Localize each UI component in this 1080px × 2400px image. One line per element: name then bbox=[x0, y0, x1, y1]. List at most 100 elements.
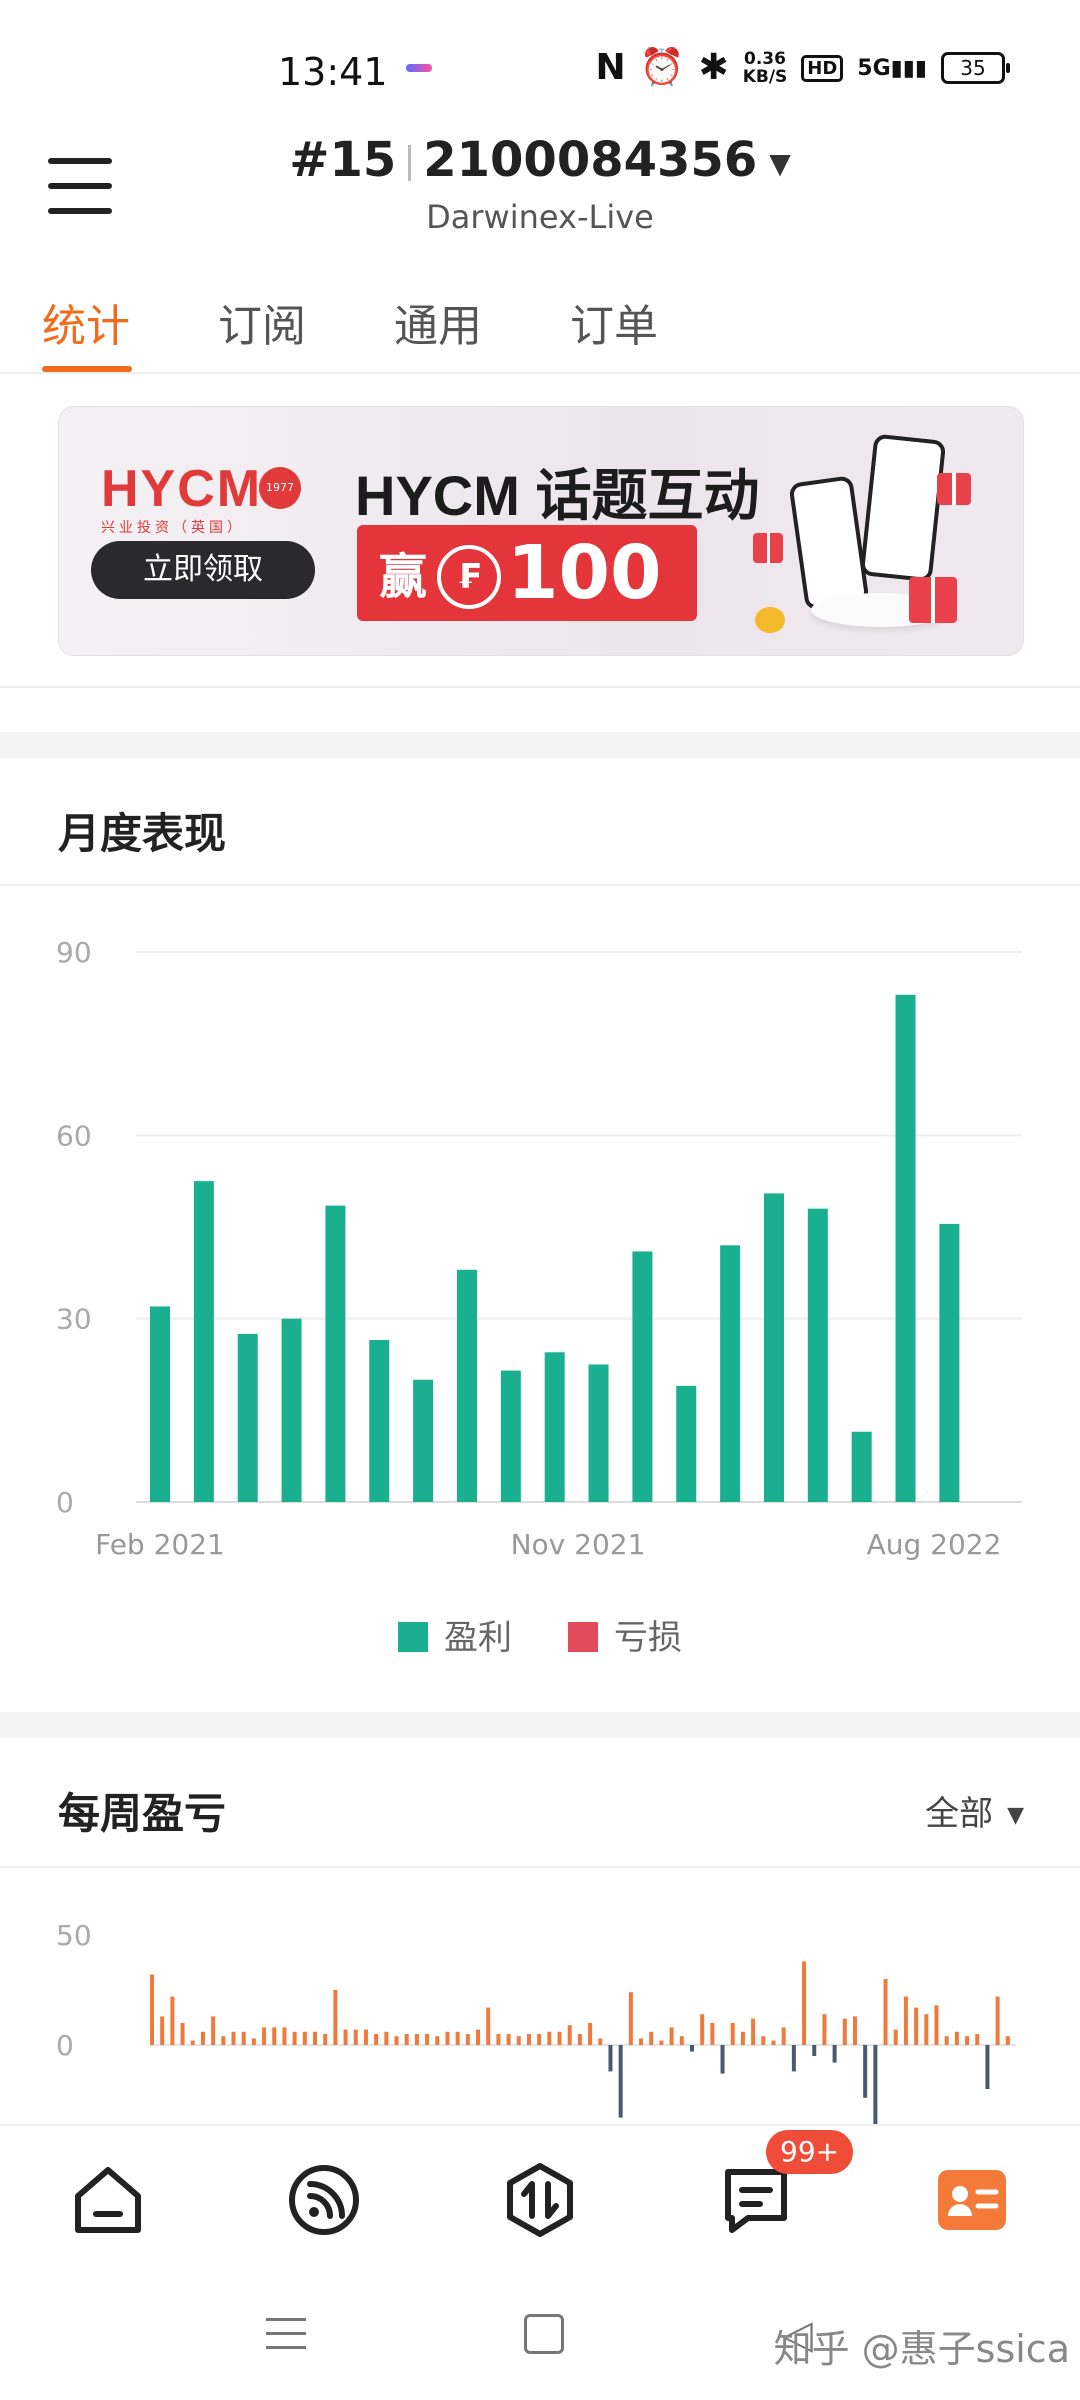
bar-gain bbox=[262, 2027, 267, 2045]
tab-subscribe[interactable]: 订阅 bbox=[218, 290, 306, 354]
y-tick-label: 0 bbox=[56, 1486, 74, 1519]
bar-gain bbox=[343, 2029, 348, 2045]
bar-gain bbox=[374, 2034, 379, 2045]
bar-loss bbox=[618, 2045, 623, 2118]
bar-gain bbox=[914, 2007, 919, 2045]
bar-profit bbox=[237, 1333, 258, 1502]
legend-swatch-profit bbox=[398, 1621, 428, 1652]
prize-amount: 100 bbox=[507, 530, 662, 616]
home-button-icon[interactable] bbox=[524, 2314, 564, 2354]
bar-gain bbox=[384, 2031, 389, 2045]
tab-stats[interactable]: 统计 bbox=[42, 290, 130, 354]
bar-gain bbox=[751, 2018, 756, 2045]
chevron-down-icon: ▼ bbox=[769, 146, 791, 180]
trade-icon[interactable] bbox=[502, 2162, 578, 2238]
bar-gain bbox=[150, 1974, 154, 2045]
bar-loss bbox=[985, 2045, 990, 2089]
legend-loss[interactable]: 亏损 bbox=[568, 1610, 682, 1659]
monthly-legend: 盈利 亏损 bbox=[0, 1610, 1080, 1659]
bar-gain bbox=[588, 2023, 593, 2045]
bar-gain bbox=[516, 2036, 521, 2045]
bar-gain bbox=[251, 2038, 256, 2045]
bar-gain bbox=[353, 2029, 358, 2045]
bar-loss bbox=[812, 2045, 817, 2056]
x-tick-label: Aug 2022 bbox=[867, 1528, 1002, 1561]
bar-gain bbox=[598, 2038, 603, 2045]
bar-loss bbox=[832, 2045, 837, 2063]
recents-icon[interactable] bbox=[266, 2318, 306, 2349]
bar-gain bbox=[893, 2029, 898, 2045]
x-tick-label: Feb 2021 bbox=[95, 1528, 225, 1561]
bar-profit bbox=[325, 1205, 346, 1502]
legend-label-profit: 盈利 bbox=[444, 1618, 512, 1658]
monthly-title: 月度表现 bbox=[58, 809, 227, 858]
bar-gain bbox=[496, 2034, 501, 2045]
bar-gain bbox=[771, 2040, 776, 2045]
chevron-down-icon: ▼ bbox=[1007, 1803, 1024, 1828]
legend-profit[interactable]: 盈利 bbox=[398, 1610, 512, 1659]
profile-icon[interactable] bbox=[934, 2162, 1010, 2238]
net-speed-unit: KB/S bbox=[742, 67, 788, 87]
account-selector[interactable]: #15 2100084356 ▼ bbox=[0, 132, 1080, 188]
bar-gain bbox=[628, 1992, 633, 2045]
unread-badge: 99+ bbox=[766, 2130, 854, 2174]
feed-icon[interactable] bbox=[286, 2162, 362, 2238]
bar-profit bbox=[500, 1370, 521, 1502]
bar-gain bbox=[924, 2014, 929, 2045]
bar-gain bbox=[781, 2027, 786, 2045]
phone-illustration bbox=[859, 433, 947, 583]
bar-gain bbox=[160, 2016, 165, 2045]
bar-gain bbox=[526, 2034, 531, 2045]
tab-orders[interactable]: 订单 bbox=[570, 290, 658, 354]
watermark: 知乎 @惠子ssica bbox=[773, 2327, 1070, 2371]
bar-gain bbox=[975, 2034, 980, 2045]
tab-general[interactable]: 通用 bbox=[394, 290, 482, 354]
home-icon[interactable] bbox=[70, 2162, 146, 2238]
bar-gain bbox=[883, 1979, 888, 2045]
bar-loss bbox=[720, 2045, 725, 2074]
bar-gain bbox=[435, 2036, 440, 2045]
bar-gain bbox=[455, 2031, 460, 2045]
gift-icon bbox=[937, 473, 971, 505]
bar-profit bbox=[456, 1269, 477, 1502]
bar-loss bbox=[791, 2045, 796, 2072]
claim-now-button[interactable]: 立即领取 bbox=[91, 541, 315, 599]
bar-gain bbox=[394, 2036, 399, 2045]
bottom-nav bbox=[0, 2124, 1080, 2274]
alarm-icon: ⏰ bbox=[639, 47, 685, 88]
bar-profit bbox=[851, 1431, 872, 1502]
bar-gain bbox=[1005, 2036, 1010, 2045]
bar-gain bbox=[944, 2036, 949, 2045]
bar-gain bbox=[486, 2007, 491, 2045]
bar-gain bbox=[190, 2040, 195, 2045]
bar-gain bbox=[965, 2036, 970, 2045]
active-tab-indicator bbox=[42, 366, 132, 372]
bar-profit bbox=[895, 994, 916, 1502]
hycm-logo: HYCM bbox=[101, 460, 263, 518]
bar-gain bbox=[547, 2031, 552, 2045]
weekly-filter-dropdown[interactable]: 全部 ▼ bbox=[925, 1786, 1024, 1835]
bar-gain bbox=[425, 2034, 430, 2045]
gift-icon bbox=[753, 533, 783, 563]
bluetooth-icon: ✱ bbox=[698, 47, 729, 88]
bar-gain bbox=[465, 2034, 470, 2045]
bar-gain bbox=[761, 2036, 766, 2045]
bar-gain bbox=[292, 2031, 297, 2045]
account-id: 2100084356 bbox=[423, 132, 758, 188]
account-broker: Darwinex-Live bbox=[426, 198, 654, 236]
account-rank: #15 bbox=[289, 132, 397, 188]
bar-gain bbox=[414, 2034, 419, 2045]
bar-loss bbox=[863, 2045, 868, 2098]
bar-gain bbox=[639, 2038, 644, 2045]
bar-gain bbox=[211, 2016, 216, 2045]
bar-gain bbox=[506, 2034, 511, 2045]
bar-gain bbox=[200, 2031, 205, 2045]
y-tick-label: 0 bbox=[56, 2029, 74, 2062]
y-tick-label: 60 bbox=[56, 1119, 92, 1152]
promo-banner[interactable]: HYCM 1977 兴业投资（英国） 立即领取 HYCM 话题互动 赢 ₣ 100 bbox=[58, 406, 1024, 656]
bar-loss bbox=[608, 2045, 613, 2072]
net-speed-value: 0.36 bbox=[744, 49, 786, 69]
bar-gain bbox=[272, 2027, 277, 2045]
bar-gain bbox=[954, 2031, 959, 2045]
signal-icon: 5G▮▮▮ bbox=[857, 55, 927, 81]
